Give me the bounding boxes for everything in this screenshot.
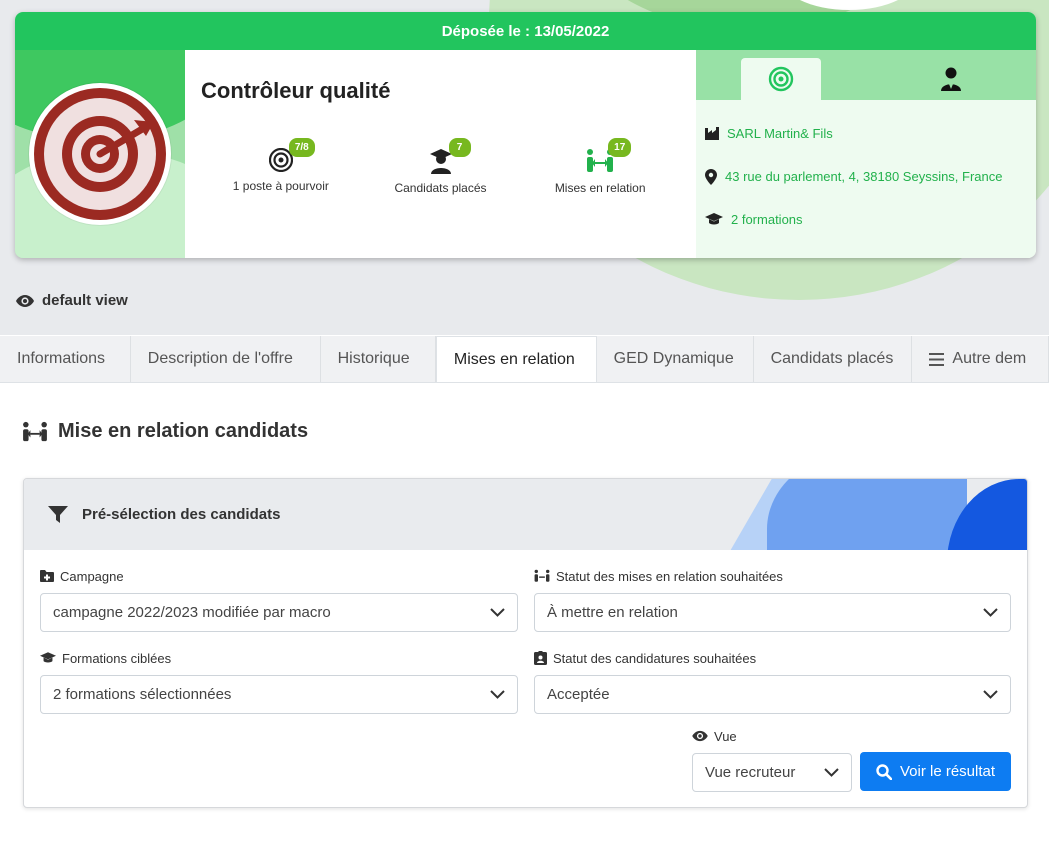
campaign-value: campagne 2022/2023 modifiée par macro <box>53 604 331 621</box>
relation-status-field: Statut des mises en relation souhaitées … <box>534 567 1011 632</box>
tab-ged-dynamique[interactable]: GED Dynamique <box>596 336 754 382</box>
formations-field: Formations ciblées 2 formations sélectio… <box>40 649 518 714</box>
formations-row: 2 formations <box>696 198 1036 241</box>
side-tabs <box>696 50 1036 100</box>
application-status-field: Statut des candidatures souhaitées Accep… <box>534 649 1011 714</box>
relations-label: Mises en relation <box>554 181 646 195</box>
tab-description[interactable]: Description de l'offre <box>130 336 321 382</box>
id-badge-icon <box>534 651 547 665</box>
stat-relations: 17 Mises en relation <box>520 138 680 195</box>
eye-icon <box>16 294 34 307</box>
campaign-select[interactable]: campagne 2022/2023 modifiée par macro <box>40 593 518 632</box>
positions-badge: 7/8 <box>288 138 315 157</box>
chevron-down-icon <box>983 690 998 699</box>
preselection-title: Pré-sélection des candidats <box>82 506 281 523</box>
offer-card: Déposée le : 13/05/2022 Contrôleur quali… <box>15 12 1036 258</box>
stat-positions: 7/8 1 poste à pourvoir <box>201 138 361 195</box>
user-tie-icon <box>941 67 961 91</box>
graduation-cap-icon <box>40 652 56 663</box>
show-result-label: Voir le résultat <box>899 763 996 780</box>
application-status-label: Statut des candidatures souhaitées <box>553 650 757 666</box>
map-marker-icon <box>705 168 717 185</box>
target-icon <box>768 66 794 92</box>
logo-panel <box>15 50 185 258</box>
posted-date-header: Déposée le : 13/05/2022 <box>15 12 1036 50</box>
company-row: SARL Martin& Fils <box>696 112 1036 155</box>
chevron-down-icon <box>983 608 998 617</box>
tab-mises-en-relation[interactable]: Mises en relation <box>435 336 597 382</box>
company-name[interactable]: SARL Martin& Fils <box>727 126 833 141</box>
formations-select[interactable]: 2 formations sélectionnées <box>40 675 518 714</box>
side-tab-recruiter[interactable] <box>911 58 991 100</box>
campaign-label: Campagne <box>60 568 124 584</box>
job-title: Contrôleur qualité <box>201 78 391 103</box>
tab-candidats-places[interactable]: Candidats placés <box>753 336 913 382</box>
tab-historique[interactable]: Historique <box>320 336 436 382</box>
chevron-down-icon <box>490 608 505 617</box>
chevron-down-icon <box>490 690 505 699</box>
view-value: Vue recruteur <box>705 764 796 781</box>
bars-icon <box>929 352 945 366</box>
offer-stats: 7/8 1 poste à pourvoir 7 Candidats placé… <box>201 138 680 195</box>
placed-label: Candidats placés <box>394 181 487 195</box>
graduation-cap-icon <box>705 213 723 225</box>
tab-informations[interactable]: Informations <box>0 336 131 382</box>
bullseye-logo-icon <box>34 88 166 220</box>
offer-info: Contrôleur qualité 7/8 1 poste à pourvoi… <box>185 50 696 258</box>
current-view[interactable]: default view <box>16 292 128 309</box>
positions-label: 1 poste à pourvoir <box>232 179 329 193</box>
eye-icon <box>692 730 708 742</box>
address-row: 43 rue du parlement, 4, 38180 Seyssins, … <box>696 155 1036 198</box>
tab-more[interactable]: Autre dem <box>912 336 1049 382</box>
offer-side-panel: SARL Martin& Fils 43 rue du parlement, 4… <box>696 50 1036 258</box>
tab-more-label: Autre dem <box>952 350 1027 367</box>
section-title: Mise en relation candidats <box>58 420 309 442</box>
placed-badge: 7 <box>448 138 471 157</box>
chevron-down-icon <box>824 768 839 777</box>
application-status-select[interactable]: Acceptée <box>534 675 1011 714</box>
section-heading: Mise en relation candidats <box>22 420 308 443</box>
search-icon <box>876 763 892 780</box>
folder-plus-icon <box>40 570 54 582</box>
offer-tabs: Informations Description de l'offre Hist… <box>0 336 1049 383</box>
relations-badge: 17 <box>608 138 632 157</box>
relation-status-select[interactable]: À mettre en relation <box>534 593 1011 632</box>
campaign-field: Campagne campagne 2022/2023 modifiée par… <box>40 567 518 632</box>
formations-label: Formations ciblées <box>62 650 172 666</box>
preselection-card: Pré-sélection des candidats Campagne cam… <box>23 478 1028 808</box>
relation-status-label: Statut des mises en relation souhaitées <box>556 568 783 584</box>
relation-status-value: À mettre en relation <box>547 604 678 621</box>
view-field: Vue Vue recruteur <box>692 727 852 792</box>
view-label: default view <box>42 292 128 309</box>
application-status-value: Acceptée <box>547 686 610 703</box>
industry-icon <box>705 127 719 140</box>
view-select[interactable]: Vue recruteur <box>692 753 852 792</box>
offer-logo <box>29 83 171 225</box>
view-field-label: Vue <box>714 728 737 744</box>
show-result-button[interactable]: Voir le résultat <box>860 752 1011 791</box>
stat-placed: 7 Candidats placés <box>361 138 521 195</box>
formations-link[interactable]: 2 formations <box>731 212 803 227</box>
filter-icon <box>48 505 68 523</box>
address-text[interactable]: 43 rue du parlement, 4, 38180 Seyssins, … <box>725 169 1003 184</box>
formations-value: 2 formations sélectionnées <box>53 686 232 703</box>
people-arrows-icon <box>23 421 47 441</box>
side-tab-offer[interactable] <box>741 58 821 100</box>
preselection-header: Pré-sélection des candidats <box>24 479 1027 550</box>
people-arrows-icon <box>534 569 550 582</box>
